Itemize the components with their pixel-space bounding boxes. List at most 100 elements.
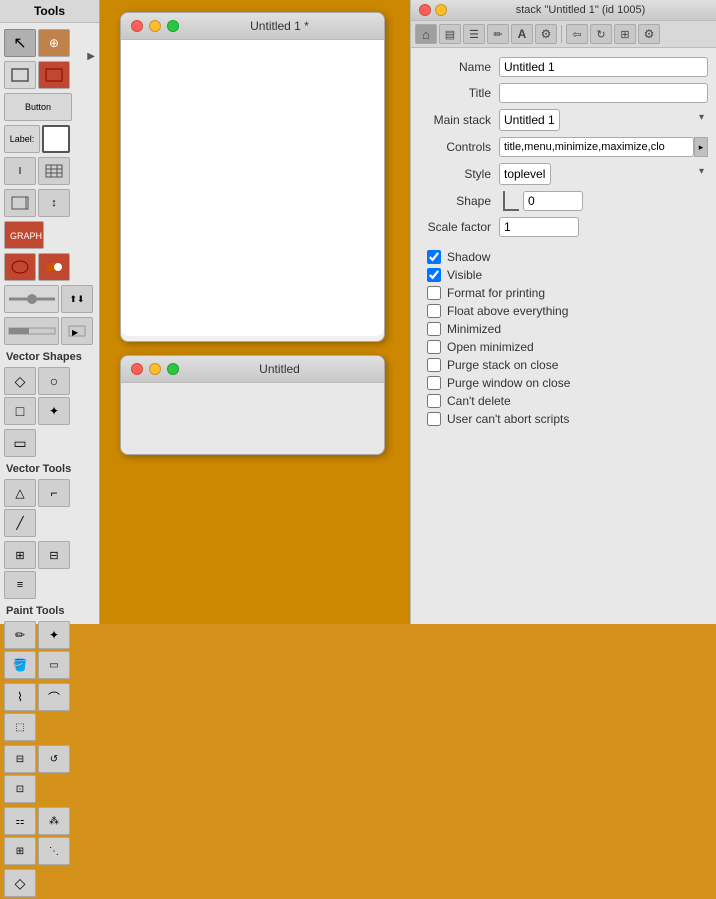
red-oval-btn[interactable] xyxy=(4,253,36,281)
canvas-window-1-body[interactable] xyxy=(121,40,384,336)
stepper-btn[interactable]: ⬆⬇ xyxy=(61,285,93,313)
cant-delete-row: Can't delete xyxy=(419,392,708,410)
tb-gear-btn[interactable]: ⚙ xyxy=(535,24,557,44)
select-btn[interactable]: ⬚ xyxy=(4,713,36,741)
spray-btn[interactable]: ⁂ xyxy=(38,807,70,835)
vect2-btn[interactable]: ⌐ xyxy=(38,479,70,507)
purge-window-label: Purge window on close xyxy=(447,376,570,390)
tb-card-btn[interactable]: ▤ xyxy=(439,24,461,44)
props-panel: stack "Untitled 1" (id 1005) ⌂ ▤ ☰ ✏ A ⚙… xyxy=(410,0,716,624)
resize-btn[interactable]: ⊡ xyxy=(4,775,36,803)
format-printing-checkbox[interactable] xyxy=(427,286,441,300)
tb-pen-btn[interactable]: ✏ xyxy=(487,24,509,44)
tb-layers-btn[interactable]: ⊞ xyxy=(614,24,636,44)
pencil-btn[interactable]: ✏ xyxy=(4,621,36,649)
style-label: Style xyxy=(419,167,499,181)
canvas-window-2-body[interactable] xyxy=(121,383,384,449)
shape-input[interactable] xyxy=(523,191,583,211)
noise-btn[interactable]: ⋱ xyxy=(38,837,70,865)
vector-tools-label: Vector Tools xyxy=(0,459,99,477)
text-tool-btn[interactable]: I xyxy=(4,157,36,185)
tb-back-btn[interactable]: ⇦ xyxy=(566,24,588,44)
rect2-btn[interactable]: ▭ xyxy=(4,429,36,457)
rect-outline-btn[interactable]: □ xyxy=(4,397,36,425)
diamond2-btn[interactable]: ◇ xyxy=(4,869,36,897)
lasso-btn[interactable]: ⌇ xyxy=(4,683,36,711)
close-btn-1[interactable] xyxy=(131,20,143,32)
toggle-btn[interactable] xyxy=(38,253,70,281)
shadow-checkbox[interactable] xyxy=(427,250,441,264)
props-panel-title: stack "Untitled 1" (id 1005) xyxy=(453,4,708,16)
visible-checkbox[interactable] xyxy=(427,268,441,282)
player-btn[interactable]: ▶ xyxy=(61,317,93,345)
open-minimized-checkbox[interactable] xyxy=(427,340,441,354)
oval-btn[interactable] xyxy=(38,61,70,89)
field-tool-btn[interactable] xyxy=(42,125,70,153)
controls-input[interactable] xyxy=(499,137,694,157)
graphic-tool-btn[interactable]: GRAPHIC xyxy=(4,221,44,249)
vect1-btn[interactable]: △ xyxy=(4,479,36,507)
scale-factor-row: Scale factor xyxy=(411,214,716,240)
vect6-btn[interactable]: ≡ xyxy=(4,571,36,599)
controls-scroll-btn[interactable]: ▸ xyxy=(694,137,708,157)
minimized-label: Minimized xyxy=(447,322,501,336)
grid-tool-btn[interactable] xyxy=(38,157,70,185)
purge-stack-checkbox[interactable] xyxy=(427,358,441,372)
scale-factor-input[interactable] xyxy=(499,217,579,237)
tb-list-btn[interactable]: ☰ xyxy=(463,24,485,44)
tb-home-btn[interactable]: ⌂ xyxy=(415,24,437,44)
user-abort-checkbox[interactable] xyxy=(427,412,441,426)
eraser-btn[interactable]: ▭ xyxy=(38,651,70,679)
tools-expand-arrow[interactable]: ▶ xyxy=(87,51,95,62)
slider-btn[interactable] xyxy=(4,285,59,313)
props-titlebar: stack "Untitled 1" (id 1005) xyxy=(411,0,716,21)
vect5-btn[interactable]: ⊟ xyxy=(38,541,70,569)
controls-label: Controls xyxy=(419,140,499,154)
label-tool-btn[interactable]: Label: xyxy=(4,125,40,153)
flip-btn[interactable]: ⊟ xyxy=(4,745,36,773)
float-above-checkbox[interactable] xyxy=(427,304,441,318)
format-printing-row: Format for printing xyxy=(419,284,708,302)
button-tool-btn[interactable]: Button xyxy=(4,93,72,121)
smear-btn[interactable]: ⊞ xyxy=(4,837,36,865)
title-input[interactable] xyxy=(499,83,708,103)
vect3-btn[interactable]: ╱ xyxy=(4,509,36,537)
rotate-btn[interactable]: ↺ xyxy=(38,745,70,773)
main-stack-select[interactable]: Untitled 1 xyxy=(499,109,560,131)
name-input[interactable] xyxy=(499,57,708,77)
diamond-btn[interactable]: ◇ xyxy=(4,367,36,395)
user-abort-label: User can't abort scripts xyxy=(447,412,569,426)
arrow-tool-btn[interactable]: ↖ xyxy=(4,29,36,57)
bucket-btn[interactable]: 🪣 xyxy=(4,651,36,679)
pattern-btn[interactable]: ⚏ xyxy=(4,807,36,835)
star-btn[interactable]: ✦ xyxy=(38,397,70,425)
props-toolbar: ⌂ ▤ ☰ ✏ A ⚙ ⇦ ↻ ⊞ ⚙ xyxy=(411,21,716,48)
curve-btn[interactable]: ⌒ xyxy=(38,683,70,711)
move-tool-btn[interactable]: ⊕ xyxy=(38,29,70,57)
rect-btn[interactable] xyxy=(4,61,36,89)
minimize-btn-2[interactable] xyxy=(149,363,161,375)
tb-text-btn[interactable]: A xyxy=(511,24,533,44)
brush-btn[interactable]: ✦ xyxy=(38,621,70,649)
scroll-tool-btn[interactable] xyxy=(4,189,36,217)
maximize-btn-2[interactable] xyxy=(167,363,179,375)
progress-btn[interactable] xyxy=(4,317,59,345)
vect4-btn[interactable]: ⊞ xyxy=(4,541,36,569)
purge-window-row: Purge window on close xyxy=(419,374,708,392)
purge-window-checkbox[interactable] xyxy=(427,376,441,390)
svg-text:▶: ▶ xyxy=(72,328,79,337)
up-tool-btn[interactable]: ↕ xyxy=(38,189,70,217)
props-minimize-btn[interactable] xyxy=(435,4,447,16)
tb-rotate-btn[interactable]: ↻ xyxy=(590,24,612,44)
controls-input-wrap xyxy=(499,137,694,157)
tb-settings-btn[interactable]: ⚙ xyxy=(638,24,660,44)
cant-delete-checkbox[interactable] xyxy=(427,394,441,408)
circle-btn[interactable]: ○ xyxy=(38,367,70,395)
close-btn-2[interactable] xyxy=(131,363,143,375)
props-close-btn[interactable] xyxy=(419,4,431,16)
maximize-btn-1[interactable] xyxy=(167,20,179,32)
minimize-btn-1[interactable] xyxy=(149,20,161,32)
style-select[interactable]: toplevel palette modal sheet drawer xyxy=(499,163,551,185)
canvas-window-1-title: Untitled 1 * xyxy=(185,19,374,33)
minimized-checkbox[interactable] xyxy=(427,322,441,336)
